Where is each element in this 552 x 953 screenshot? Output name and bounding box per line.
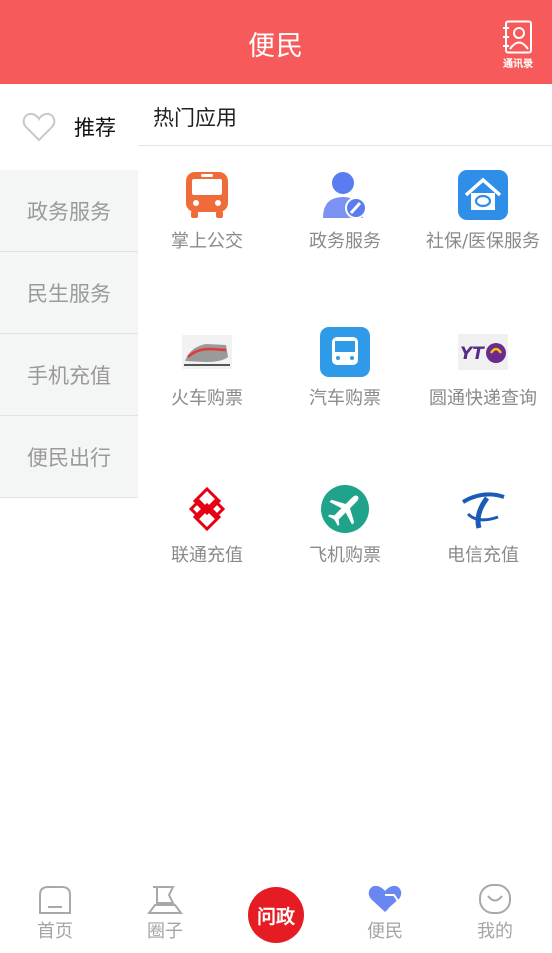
contacts-icon [503, 20, 532, 54]
app-flight-ticket[interactable]: 飞机购票 [276, 484, 414, 570]
app-label: 社保/医保服务 [425, 231, 541, 252]
section-title: 热门应用 [153, 106, 237, 130]
tab-circle[interactable]: 圈子 [110, 883, 220, 943]
smile-face-icon [479, 884, 511, 914]
app-social-security[interactable]: 社保/医保服务 [414, 170, 552, 256]
wenzheng-logo-button[interactable]: 问政 [248, 887, 304, 943]
app-telecom-recharge[interactable]: 电信充值 [414, 484, 552, 570]
tab-convenience[interactable]: 便民 [330, 883, 440, 943]
tab-label: 首页 [37, 921, 73, 942]
sidebar-item-recommend[interactable]: 推荐 [0, 84, 138, 170]
app-label: 政务服务 [309, 231, 381, 252]
home-icon [39, 886, 71, 914]
app-bus[interactable]: 掌上公交 [138, 170, 276, 256]
app-yto-express[interactable]: YT 圆通快递查询 [414, 327, 552, 413]
tab-mine[interactable]: 我的 [440, 883, 550, 943]
app-label: 联通充值 [171, 545, 243, 566]
category-sidebar: 推荐 政务服务 民生服务 手机充值 便民出行 [0, 84, 138, 498]
yto-logo: YT [458, 334, 508, 370]
heart-icon [22, 112, 56, 142]
app-unicom-recharge[interactable]: 联通充值 [138, 484, 276, 570]
circle-flag-icon [147, 886, 183, 914]
tab-label: 我的 [477, 921, 513, 942]
coach-bus-icon [320, 327, 370, 377]
app-label: 圆通快递查询 [429, 388, 537, 409]
app-label: 掌上公交 [171, 231, 243, 252]
sidebar-item-phone-recharge[interactable]: 手机充值 [0, 334, 138, 416]
svg-text:YT: YT [460, 344, 485, 364]
divider [138, 145, 552, 146]
tab-label: 便民 [367, 921, 403, 942]
app-train-ticket[interactable]: 火车购票 [138, 327, 276, 413]
airplane-icon [321, 485, 369, 533]
top-bar: 便民 通讯录 [0, 0, 552, 84]
tab-home[interactable]: 首页 [0, 883, 110, 943]
sidebar-item-government[interactable]: 政务服务 [0, 170, 138, 252]
app-label: 火车购票 [171, 388, 243, 409]
heart-hand-icon [368, 885, 402, 912]
app-label: 飞机购票 [309, 545, 381, 566]
wenzheng-logo: 问政 [256, 905, 295, 928]
train-icon [182, 335, 232, 369]
china-unicom-logo [188, 486, 226, 532]
tab-label: 圈子 [147, 921, 183, 942]
social-security-house-icon [458, 170, 508, 220]
app-government-service[interactable]: 政务服务 [276, 170, 414, 256]
page-title: 便民 [248, 31, 304, 62]
bus-icon [186, 172, 228, 218]
app-coach-ticket[interactable]: 汽车购票 [276, 327, 414, 413]
app-label: 汽车购票 [309, 388, 381, 409]
contacts-button[interactable]: 通讯录 [496, 20, 540, 72]
app-label: 电信充值 [447, 545, 519, 566]
sidebar-item-livelihood[interactable]: 民生服务 [0, 252, 138, 334]
government-user-icon [323, 172, 367, 219]
contacts-label: 通讯录 [503, 59, 533, 70]
sidebar-item-label: 推荐 [74, 116, 116, 140]
sidebar-item-label: 民生服务 [27, 281, 111, 306]
sidebar-item-label: 便民出行 [27, 445, 111, 470]
sidebar-item-travel[interactable]: 便民出行 [0, 416, 138, 498]
sidebar-item-label: 政务服务 [27, 199, 111, 224]
china-telecom-logo [461, 492, 505, 529]
sidebar-item-label: 手机充值 [27, 363, 111, 388]
